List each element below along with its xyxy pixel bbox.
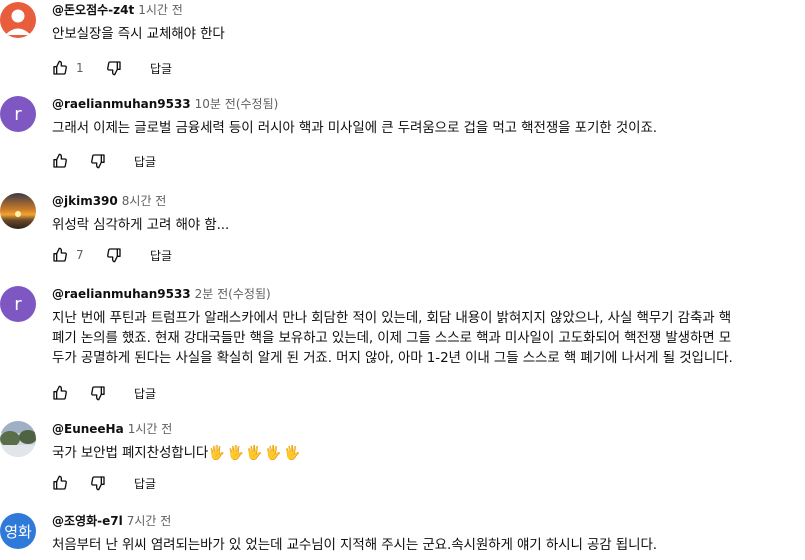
comment-author[interactable]: @raelianmuhan9533 [52,97,191,111]
comment-text: 그래서 이제는 글로벌 금융세력 등이 러시아 핵과 미사일에 큰 두려움으로 … [52,120,657,136]
comment-author[interactable]: @EuneeHa [52,422,124,436]
thumb-down-icon[interactable] [90,153,106,169]
like-count: 1 [76,61,84,75]
thumb-up-icon[interactable] [52,247,68,263]
avatar[interactable] [0,421,36,457]
reply-button[interactable]: 답글 [134,153,156,170]
comment-actions: 답글 [52,381,156,405]
thumb-down-icon[interactable] [90,475,106,491]
comment-time[interactable]: 7시간 전 [127,514,172,528]
avatar-text: 영화 [4,522,32,541]
avatar-letter: r [14,293,22,315]
thumb-up-icon[interactable] [52,385,68,401]
comment-actions: 7 답글 [52,243,172,267]
comment-time[interactable]: 1시간 전 [138,3,183,17]
thumb-down-icon[interactable] [106,60,122,76]
thumb-down-icon[interactable] [106,247,122,263]
reply-button[interactable]: 답글 [134,475,156,492]
comment-text: 안보실장을 즉시 교체해야 한다 [52,26,225,42]
comment-author[interactable]: @조영화-e7l [52,514,123,528]
comment-time[interactable]: 8시간 전 [122,194,167,208]
comment-text-body: 국가 보안법 폐지찬성합니다 [52,445,209,461]
hand-emojis: 🖐🖐🖐🖐🖐 [208,445,303,461]
comment-text-line: 지난 번에 푸틴과 트럼프가 알래스카에서 만나 회담한 적이 있는데, 회담 … [52,310,732,326]
comment-text-line: 폐기 논의를 했죠. 현재 강대국들만 핵을 보유하고 있는데, 이제 그들 스… [52,330,732,346]
avatar-letter: r [14,103,22,125]
comment-actions: 1 답글 [52,56,172,80]
reply-button[interactable]: 답글 [150,60,172,77]
comment-actions: 답글 [52,471,156,495]
comment-author[interactable]: @jkim390 [52,194,118,208]
comment-text: 처음부터 난 위씨 염려되는바가 있 었는데 교수님이 지적해 주시는 군요.속… [52,537,657,553]
comment-author[interactable]: @raelianmuhan9533 [52,287,191,301]
comment-text-line: 두가 공멸하게 된다는 사실을 확실히 알게 된 거죠. 머지 않아, 아마 1… [52,350,733,366]
avatar[interactable] [0,193,36,229]
comment-author[interactable]: @돈오점수-z4t [52,3,134,17]
comment-actions: 답글 [52,149,156,173]
comment-time[interactable]: 2분 전(수정됨) [195,287,271,301]
comment-time[interactable]: 10분 전(수정됨) [195,97,279,111]
reply-button[interactable]: 답글 [134,385,156,402]
comment-text: 지난 번에 푸틴과 트럼프가 알래스카에서 만나 회담한 적이 있는데, 회담 … [52,308,799,368]
thumb-down-icon[interactable] [90,385,106,401]
comment-text: 위성락 심각하게 고려 해야 함... [52,217,230,233]
thumb-up-icon[interactable] [52,475,68,491]
reply-button[interactable]: 답글 [150,247,172,264]
comment-time[interactable]: 1시간 전 [128,422,173,436]
avatar[interactable]: r [0,96,36,132]
avatar[interactable] [0,2,36,38]
avatar[interactable]: r [0,286,36,322]
like-count: 7 [76,248,84,262]
thumb-up-icon[interactable] [52,60,68,76]
thumb-up-icon[interactable] [52,153,68,169]
comment-text: 국가 보안법 폐지찬성합니다🖐🖐🖐🖐🖐 [52,443,799,463]
avatar[interactable]: 영화 [0,513,36,549]
